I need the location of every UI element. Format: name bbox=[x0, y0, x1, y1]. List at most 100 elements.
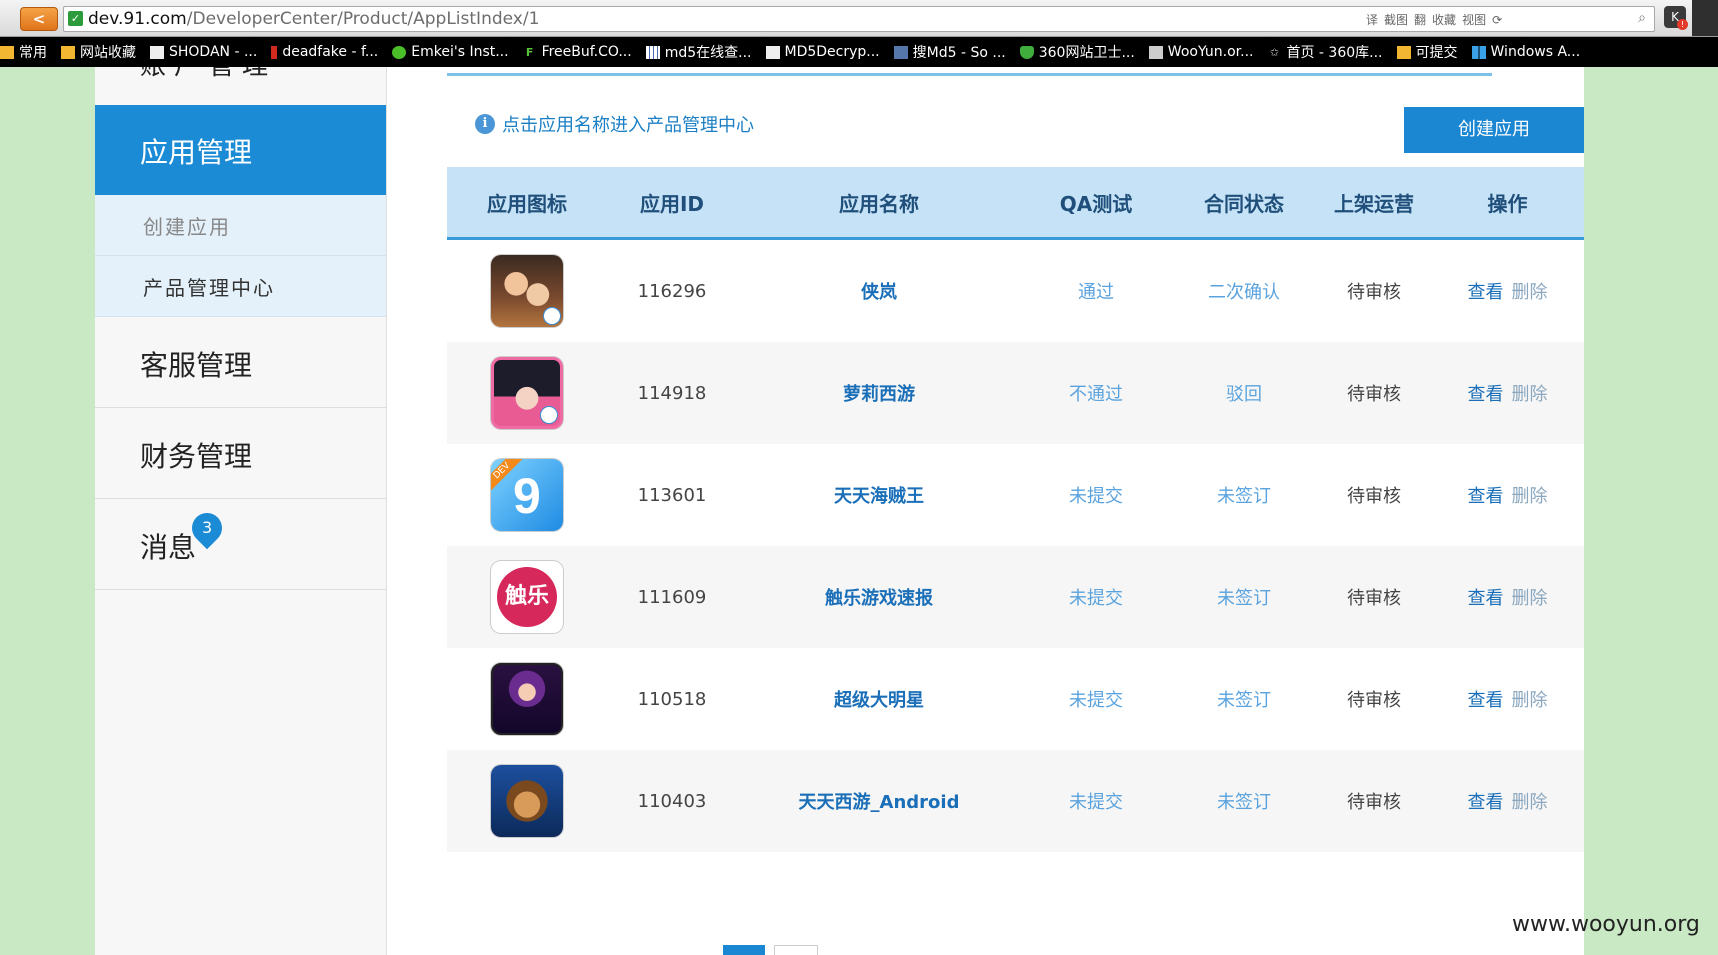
table-row: DEV 113601 天天海贼王 未提交 未签订 待审核 查看删除 bbox=[447, 444, 1584, 546]
app-list-table: 应用图标 应用ID 应用名称 QA测试 合同状态 上架运营 操作 116296 … bbox=[447, 167, 1584, 852]
red-bar-icon bbox=[271, 45, 278, 59]
column-header: 应用名称 bbox=[839, 191, 919, 216]
app-icon[interactable] bbox=[491, 663, 563, 735]
view-link[interactable]: 查看 bbox=[1468, 384, 1504, 405]
developer-center-page: 账户管理 应用管理 创建应用 产品管理中心 客服管理 财务管理 消息 3 i 点… bbox=[95, 67, 1584, 955]
shelf-status: 待审核 bbox=[1347, 282, 1401, 303]
app-id: 111609 bbox=[637, 586, 707, 608]
delete-link[interactable]: 删除 bbox=[1512, 282, 1548, 303]
sidebar-item-app-management[interactable]: 应用管理 bbox=[95, 105, 386, 195]
contract-status: 二次确认 bbox=[1208, 282, 1280, 303]
sidebar-item-account[interactable]: 账户管理 bbox=[140, 67, 276, 82]
shelf-status: 待审核 bbox=[1347, 690, 1401, 711]
bookmark-item[interactable]: Emkei's Inst... bbox=[392, 44, 509, 60]
view-icon[interactable]: 视图 bbox=[1462, 12, 1486, 28]
column-header: 应用图标 bbox=[487, 191, 567, 216]
app-id: 110518 bbox=[637, 688, 707, 710]
bookmark-item[interactable]: ✩ 首页 - 360库... bbox=[1267, 42, 1383, 62]
folder-icon bbox=[1396, 45, 1411, 59]
view-link[interactable]: 查看 bbox=[1468, 588, 1504, 609]
app-name-link[interactable]: 侠岚 bbox=[737, 278, 1021, 304]
shelf-status: 待审核 bbox=[1347, 792, 1401, 813]
bookmark-item[interactable]: MD5Decryp... bbox=[765, 44, 880, 60]
qa-status: 不通过 bbox=[1069, 384, 1123, 405]
sidebar-item-finance[interactable]: 财务管理 bbox=[95, 408, 386, 499]
hint-text: i 点击应用名称进入产品管理中心 bbox=[475, 111, 754, 137]
flip-icon[interactable]: 翻 bbox=[1414, 12, 1426, 28]
bookmark-item[interactable]: deadfake - f... bbox=[271, 44, 378, 60]
app-icon[interactable]: 触乐 bbox=[491, 561, 563, 633]
view-link[interactable]: 查看 bbox=[1468, 282, 1504, 303]
bookmark-item[interactable]: SHODAN - ... bbox=[150, 44, 257, 60]
table-row: 110518 超级大明星 未提交 未签订 待审核 查看 删除 bbox=[447, 648, 1584, 750]
delete-link[interactable]: 删除 bbox=[1512, 588, 1548, 609]
grid-icon bbox=[645, 45, 660, 59]
app-icon[interactable] bbox=[491, 255, 563, 327]
delete-link[interactable]: 删除 bbox=[1512, 690, 1548, 711]
favorite-icon[interactable]: 收藏 bbox=[1432, 12, 1456, 28]
create-app-button[interactable]: 创建应用 bbox=[1404, 107, 1584, 153]
table-row: 116296 侠岚 通过 二次确认 待审核 查看 删除 bbox=[447, 240, 1584, 342]
app-icon[interactable] bbox=[491, 765, 563, 837]
sidebar: 账户管理 应用管理 创建应用 产品管理中心 客服管理 财务管理 消息 3 bbox=[95, 67, 387, 955]
back-button[interactable]: < bbox=[20, 7, 58, 31]
pagination-next[interactable] bbox=[774, 945, 818, 955]
app-name-link[interactable]: 天天海贼王 bbox=[737, 482, 1021, 508]
bookmark-item[interactable]: Windows A... bbox=[1471, 44, 1580, 60]
contract-status: 驳回 bbox=[1226, 384, 1262, 405]
bookmark-item[interactable]: WooYun.or... bbox=[1148, 44, 1253, 60]
chule-logo: 触乐 bbox=[497, 567, 557, 627]
shield-icon bbox=[1019, 45, 1034, 59]
bookmark-item[interactable]: 360网站卫士... bbox=[1019, 42, 1135, 62]
sidebar-item-messages[interactable]: 消息 3 bbox=[95, 499, 386, 590]
badge-icon bbox=[540, 406, 558, 424]
app-name-link[interactable]: 触乐游戏速报 bbox=[737, 584, 1021, 610]
delete-link[interactable]: 删除 bbox=[1512, 792, 1548, 813]
pagination-current[interactable] bbox=[723, 945, 765, 955]
info-icon: i bbox=[475, 114, 495, 134]
windows-icon bbox=[1471, 45, 1486, 59]
bookmark-item[interactable]: 搜Md5 - So ... bbox=[893, 42, 1006, 62]
app-icon[interactable] bbox=[491, 357, 563, 429]
dev-ribbon: DEV bbox=[491, 459, 524, 493]
delete-link[interactable]: 删除 bbox=[1512, 486, 1548, 507]
view-link[interactable]: 查看 bbox=[1468, 690, 1504, 711]
window-edge bbox=[1692, 0, 1718, 36]
url-field[interactable]: ✓ dev.91.com/DeveloperCenter/Product/App… bbox=[63, 6, 1655, 32]
delete-link[interactable]: 删除 bbox=[1512, 384, 1548, 405]
screenshot-icon[interactable]: 截图 bbox=[1384, 12, 1408, 28]
app-id: 113601 bbox=[637, 484, 707, 506]
app-name-link[interactable]: 超级大明星 bbox=[737, 686, 1021, 712]
bookmark-item[interactable]: md5在线查... bbox=[645, 42, 752, 62]
qa-status: 未提交 bbox=[1069, 588, 1123, 609]
page-icon bbox=[765, 45, 780, 59]
sidebar-subitem-product-center[interactable]: 产品管理中心 bbox=[95, 256, 386, 317]
app-icon[interactable]: DEV bbox=[491, 459, 563, 531]
app-id: 110403 bbox=[637, 790, 707, 812]
column-header: 上架运营 bbox=[1334, 191, 1414, 216]
sidebar-subitem-create-app[interactable]: 创建应用 bbox=[95, 195, 386, 256]
qa-status: 未提交 bbox=[1069, 792, 1123, 813]
refresh-icon[interactable]: ⟳ bbox=[1492, 12, 1502, 28]
view-link[interactable]: 查看 bbox=[1468, 486, 1504, 507]
star-icon: ✩ bbox=[1269, 45, 1280, 59]
sidebar-item-label: 应用管理 bbox=[140, 136, 253, 169]
bookmark-item[interactable]: 网站收藏 bbox=[61, 42, 136, 62]
badge-icon bbox=[543, 307, 561, 325]
bookmark-item[interactable]: 可提交 bbox=[1396, 42, 1458, 62]
site-icon bbox=[1148, 45, 1163, 59]
sidebar-item-customer-service[interactable]: 客服管理 bbox=[95, 317, 386, 408]
bookmark-item[interactable]: F FreeBuf.CO... bbox=[523, 44, 632, 60]
contract-status: 未签订 bbox=[1217, 690, 1271, 711]
url-host: dev.91.com bbox=[88, 9, 187, 29]
view-link[interactable]: 查看 bbox=[1468, 792, 1504, 813]
site-icon bbox=[893, 45, 908, 59]
table-header: 应用图标 应用ID 应用名称 QA测试 合同状态 上架运营 操作 bbox=[447, 167, 1584, 240]
app-name-link[interactable]: 萝莉西游 bbox=[737, 380, 1021, 406]
folder-icon bbox=[0, 45, 14, 59]
translate-icon[interactable]: 译 bbox=[1366, 12, 1378, 28]
search-icon[interactable]: ⌕ bbox=[1638, 10, 1646, 26]
column-header: 合同状态 bbox=[1204, 191, 1284, 216]
app-name-link[interactable]: 天天西游_Android bbox=[737, 788, 1021, 814]
bookmark-item[interactable]: 常用 bbox=[0, 42, 47, 62]
